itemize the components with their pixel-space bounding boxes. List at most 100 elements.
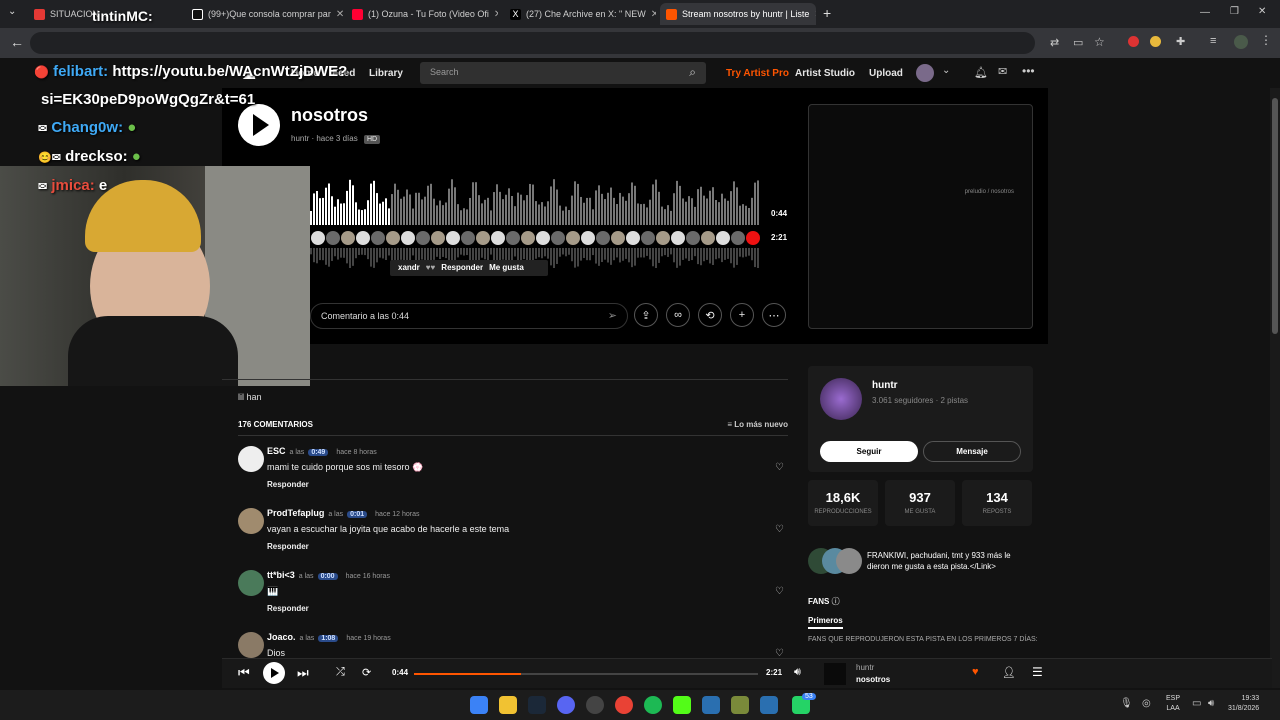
message-button[interactable]: Mensaje — [923, 441, 1021, 462]
waveform-comment-avatar[interactable] — [446, 231, 460, 245]
comment-user[interactable]: tt*bi<3 — [267, 570, 295, 580]
close-window-icon[interactable]: ✕ — [1258, 6, 1266, 17]
shuffle-icon[interactable]: ⤮ — [336, 666, 345, 679]
waveform-comment-avatar[interactable] — [431, 231, 445, 245]
comment-user[interactable]: ESC — [267, 446, 286, 456]
comment-avatar[interactable] — [238, 446, 264, 472]
waveform-comment-avatar[interactable] — [701, 231, 715, 245]
share-icon[interactable]: ⇪ — [634, 303, 658, 327]
tab-2[interactable]: (99+)Que consola comprar par ✕ — [186, 3, 344, 25]
tooltip-user[interactable]: xandr — [398, 263, 420, 273]
waveform-comment-avatar[interactable] — [326, 231, 340, 245]
comment-reply-button[interactable]: Responder — [267, 604, 309, 613]
search-input[interactable]: Search ⌕ — [420, 62, 706, 84]
waveform-comment-avatar[interactable] — [641, 231, 655, 245]
follow-button[interactable]: Seguir — [820, 441, 918, 462]
comment-timestamp[interactable]: 0:01 — [347, 511, 368, 518]
reading-list-icon[interactable]: ≡ — [1210, 35, 1216, 47]
search-icon[interactable]: ⌕ — [689, 65, 696, 80]
more-icon[interactable]: ⋯ — [762, 303, 786, 327]
comment-like-heart-icon[interactable]: ♡ — [775, 462, 784, 473]
mini-artwork[interactable] — [824, 663, 846, 685]
waveform-comment-avatar[interactable] — [566, 231, 580, 245]
comment-timestamp[interactable]: 0:49 — [308, 449, 329, 456]
comment-like-heart-icon[interactable]: ♡ — [775, 524, 784, 535]
send-icon[interactable]: ➢ — [608, 309, 617, 322]
tab-search-chevron-icon[interactable]: ⌄ — [8, 6, 16, 17]
likers-avatars[interactable] — [808, 548, 864, 574]
start-icon[interactable] — [470, 696, 488, 714]
language-indicator[interactable]: ESP LAA — [1166, 694, 1180, 714]
like-heart-icon[interactable]: ♥ — [972, 666, 979, 678]
network-icon[interactable]: ◎ — [1142, 698, 1151, 709]
waveform-comment-avatar[interactable] — [491, 231, 505, 245]
waveform-comment-avatar[interactable] — [746, 231, 760, 245]
minimize-icon[interactable]: — — [1200, 7, 1210, 18]
back-icon[interactable]: ← — [10, 34, 24, 50]
repeat-icon[interactable]: ⟳ — [362, 666, 371, 679]
chevron-down-icon[interactable]: ⌄ — [942, 65, 950, 76]
player-title[interactable]: nosotros — [856, 675, 890, 684]
sort-dropdown[interactable]: ≡ Lo más nuevo — [727, 420, 788, 429]
ccleaner-icon[interactable] — [760, 696, 778, 714]
progress-track[interactable] — [414, 673, 758, 675]
waveform-comment-avatar[interactable] — [716, 231, 730, 245]
waveform-comment-avatar[interactable] — [626, 231, 640, 245]
fans-tab-first[interactable]: Primeros — [808, 616, 843, 629]
waveform-comment-avatar[interactable] — [341, 231, 355, 245]
waveform-comment-avatar[interactable] — [536, 231, 550, 245]
artist-avatar[interactable] — [820, 378, 862, 420]
waveform-comment-avatar[interactable] — [386, 231, 400, 245]
comment-like-heart-icon[interactable]: ♡ — [775, 586, 784, 597]
profile-avatar[interactable] — [1234, 35, 1248, 49]
comment-user[interactable]: Joaco. — [267, 632, 296, 642]
waveform-comment-avatar[interactable] — [581, 231, 595, 245]
info-icon[interactable]: ⓘ — [832, 597, 840, 606]
comment-reply-button[interactable]: Responder — [267, 542, 309, 551]
player-artist[interactable]: huntr — [856, 663, 874, 672]
waveform-comment-avatar[interactable] — [461, 231, 475, 245]
waveform-comment-avatar[interactable] — [521, 231, 535, 245]
extension-icon[interactable] — [1150, 36, 1161, 47]
waveform-comment-avatar[interactable] — [551, 231, 565, 245]
notifications-bell-icon[interactable]: 🔔︎ — [974, 66, 988, 79]
waveform-comment-avatar[interactable] — [686, 231, 700, 245]
close-icon[interactable]: ✕ — [814, 9, 816, 20]
artist-studio-link[interactable]: Artist Studio — [795, 68, 855, 79]
comment-user[interactable]: ProdTefaplug — [267, 508, 324, 518]
comment-timestamp[interactable]: 1:08 — [318, 635, 339, 642]
clock[interactable]: 19:33 31/8/2026 — [1228, 694, 1259, 714]
waveform-comment-avatar[interactable] — [371, 231, 385, 245]
nav-library[interactable]: Library — [369, 68, 403, 79]
comment-avatar[interactable] — [238, 632, 264, 658]
tab-4[interactable]: X (27) Che Archive en X: " NEW ✕ — [504, 3, 656, 25]
maximize-icon[interactable]: ❐ — [1230, 6, 1239, 17]
volume-tray-icon[interactable]: 🔊︎ — [1208, 698, 1214, 709]
copy-link-icon[interactable]: ∞ — [666, 303, 690, 327]
waveform-comment-avatar[interactable] — [731, 231, 745, 245]
previous-icon[interactable]: ⏮ — [238, 665, 250, 681]
volume-icon[interactable]: 🔊︎ — [794, 666, 801, 679]
menu-kebab-icon[interactable]: ⋮ — [1260, 33, 1272, 47]
waveform-comment-avatar[interactable] — [596, 231, 610, 245]
cast-icon[interactable]: ▭ — [1073, 36, 1083, 49]
try-artist-pro-link[interactable]: Try Artist Pro — [726, 68, 789, 79]
queue-icon[interactable]: ☰ — [1032, 665, 1043, 679]
repost-icon[interactable]: ⟲ — [698, 303, 722, 327]
tab-5-active[interactable]: Stream nosotros by huntr | Liste ✕ — [660, 3, 816, 25]
waveform-comment-avatar[interactable] — [356, 231, 370, 245]
waveform-comment-avatar[interactable] — [476, 231, 490, 245]
comment-timestamp[interactable]: 0:00 — [317, 573, 338, 580]
chrome-icon[interactable] — [615, 696, 633, 714]
extension-icon[interactable] — [1128, 36, 1139, 47]
close-icon[interactable]: ✕ — [651, 9, 656, 20]
player-play-button[interactable] — [263, 662, 285, 684]
comment-reply-button[interactable]: Responder — [267, 480, 309, 489]
artist-name[interactable]: huntr — [872, 380, 898, 391]
follow-user-icon[interactable]: 👤︎ — [1002, 666, 1016, 679]
add-to-playlist-icon[interactable]: + — [730, 303, 754, 327]
app-icon[interactable] — [731, 696, 749, 714]
bookmark-star-icon[interactable]: ☆ — [1094, 35, 1105, 49]
url-field[interactable] — [30, 32, 1035, 54]
waveform-comment-avatar[interactable] — [506, 231, 520, 245]
